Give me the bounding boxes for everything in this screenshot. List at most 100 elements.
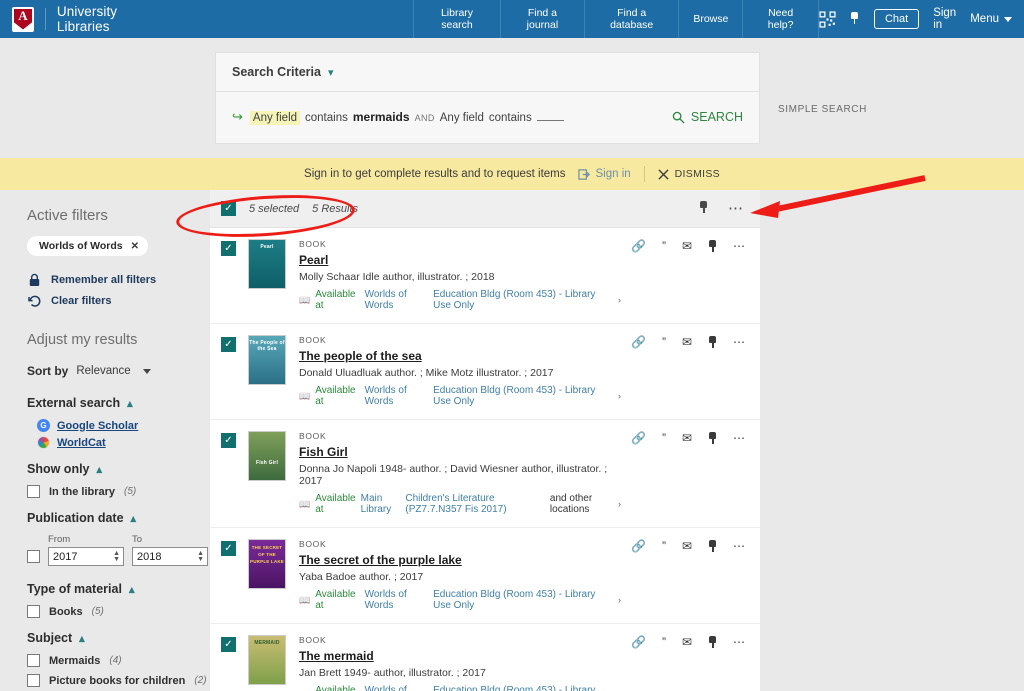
permalink-icon[interactable]: 🔗 [631,336,646,348]
brand-area[interactable]: A University Libraries [0,0,161,38]
result-title-link[interactable]: Pearl [299,253,328,267]
pin-icon[interactable] [699,200,708,218]
permalink-icon[interactable]: 🔗 [631,636,646,648]
result-details: BOOK The people of the sea Donald Uluadl… [299,335,621,407]
remember-all-filters-button[interactable]: Remember all filters [27,273,210,287]
email-icon[interactable]: ✉ [682,540,692,552]
result-checkbox[interactable]: ✓ [221,337,236,352]
email-icon[interactable]: ✉ [682,636,692,648]
page-root: A University Libraries Library search Fi… [0,0,1024,691]
stepper-icon[interactable]: ▲▼ [113,551,120,563]
sign-in-link[interactable]: Sign in [933,7,956,31]
more-options-icon[interactable]: ⋯ [733,240,746,252]
pin-icon[interactable] [708,636,717,650]
worldcat-label[interactable]: WorldCat [57,437,106,449]
more-options-icon[interactable]: ⋯ [733,540,746,552]
active-filter-chip[interactable]: Worlds of Words ✕ [27,236,148,256]
result-availability[interactable]: 📖 Available at Worlds of Words Education… [299,589,621,611]
citation-icon[interactable]: ” [662,336,666,348]
permalink-icon[interactable]: 🔗 [631,240,646,252]
clear-filters-button[interactable]: Clear filters [27,294,210,308]
result-item[interactable]: ✓ The People of the Sea BOOK The people … [210,324,760,420]
more-options-icon[interactable]: ⋯ [733,636,746,648]
facet-option-books[interactable]: Books (5) [27,605,210,618]
date-range-checkbox[interactable] [27,550,40,563]
remember-all-filters-label: Remember all filters [51,274,156,286]
email-icon[interactable]: ✉ [682,240,692,252]
external-link-worldcat[interactable]: WorldCat [37,436,210,449]
facet-publication-date-header[interactable]: Publication date ▴ [27,511,210,525]
email-icon[interactable]: ✉ [682,336,692,348]
result-item[interactable]: ✓ THE SECRET OF THE PURPLE LAKE BOOK The… [210,528,760,624]
permalink-icon[interactable]: 🔗 [631,432,646,444]
result-title-link[interactable]: The people of the sea [299,349,422,363]
facet-external-search-header[interactable]: External search ▴ [27,396,210,410]
email-icon[interactable]: ✉ [682,432,692,444]
citation-icon[interactable]: ” [662,540,666,552]
simple-search-link[interactable]: SIMPLE SEARCH [778,104,867,115]
more-options-icon[interactable]: ⋯ [733,336,746,348]
date-to-input[interactable]: 2018 ▲▼ [132,547,208,566]
pin-icon[interactable] [708,540,717,554]
result-title-link[interactable]: Fish Girl [299,445,348,459]
result-checkbox[interactable]: ✓ [221,541,236,556]
citation-icon[interactable]: ” [662,636,666,648]
facet-option-in-the-library[interactable]: In the library (5) [27,485,210,498]
citation-icon[interactable]: ” [662,240,666,252]
result-availability[interactable]: 📖 Available at Worlds of Words Education… [299,385,621,407]
facet-option-picture-books[interactable]: Picture books for children (2) [27,674,210,687]
stepper-icon[interactable]: ▲▼ [197,551,204,563]
result-availability[interactable]: 📖 Available at Main Library Children's L… [299,493,621,515]
facet-show-only-header[interactable]: Show only ▴ [27,462,210,476]
qr-code-icon[interactable] [819,11,836,28]
search-criteria-expression: Any field contains mermaids AND Any fiel… [250,110,564,125]
date-from-input[interactable]: 2017 ▲▼ [48,547,124,566]
result-checkbox[interactable]: ✓ [221,433,236,448]
chevron-up-icon: ▴ [127,397,133,410]
result-checkbox[interactable]: ✓ [221,241,236,256]
checkbox[interactable] [27,485,40,498]
pin-icon[interactable] [850,12,860,26]
result-title-link[interactable]: The mermaid [299,649,374,663]
result-title-link[interactable]: The secret of the purple lake [299,553,462,567]
chat-button[interactable]: Chat [874,9,919,29]
sort-by-control[interactable]: Sort by Relevance [27,364,210,378]
banner-dismiss-button[interactable]: DISMISS [658,168,720,180]
menu-button[interactable]: Menu [970,13,1012,25]
google-scholar-label[interactable]: Google Scholar [57,420,138,432]
close-icon[interactable]: ✕ [131,241,139,252]
nav-browse[interactable]: Browse [678,0,742,38]
result-availability[interactable]: 📖 Available at Worlds of Words Education… [299,685,621,691]
permalink-icon[interactable]: 🔗 [631,540,646,552]
result-actions: 🔗 ” ✉ ⋯ [621,432,746,515]
banner-signin-button[interactable]: Sign in [578,168,631,181]
facet-subject-header[interactable]: Subject ▴ [27,631,210,645]
search-icon [672,111,685,124]
facet-type-of-material-header[interactable]: Type of material ▴ [27,582,210,596]
book-cover-thumbnail: THE SECRET OF THE PURPLE LAKE [248,539,286,589]
result-availability[interactable]: 📖 Available at Worlds of Words Education… [299,289,621,311]
checkbox[interactable] [27,674,40,687]
facet-option-mermaids[interactable]: Mermaids (4) [27,654,210,667]
result-item[interactable]: ✓ MERMAID BOOK The mermaid Jan Brett 194… [210,624,760,691]
search-button[interactable]: SEARCH [672,110,743,124]
result-item[interactable]: ✓ Pearl BOOK Pearl Molly Schaar Idle aut… [210,228,760,324]
nav-find-a-journal[interactable]: Find a journal [500,0,584,38]
select-all-checkbox[interactable]: ✓ [221,201,236,216]
nav-need-help[interactable]: Need help? [742,0,819,38]
pin-icon[interactable] [708,240,717,254]
result-checkbox[interactable]: ✓ [221,637,236,652]
checkbox[interactable] [27,654,40,667]
search-criteria-header[interactable]: Search Criteria ▾ [216,53,759,92]
pin-icon[interactable] [708,432,717,446]
more-options-icon[interactable]: ⋯ [728,205,744,213]
banner-message: Sign in to get complete results and to r… [304,168,565,180]
pin-icon[interactable] [708,336,717,350]
checkbox[interactable] [27,605,40,618]
nav-find-a-database[interactable]: Find a database [584,0,678,38]
result-item[interactable]: ✓ Fish Girl BOOK Fish Girl Donna Jo Napo… [210,420,760,528]
citation-icon[interactable]: ” [662,432,666,444]
more-options-icon[interactable]: ⋯ [733,432,746,444]
nav-library-search[interactable]: Library search [413,0,500,38]
external-link-google-scholar[interactable]: G Google Scholar [37,419,210,432]
